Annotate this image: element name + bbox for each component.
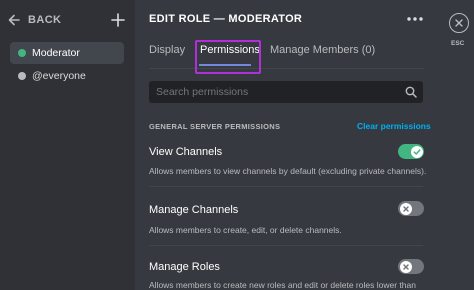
permission-divider (149, 245, 423, 246)
permission-divider (149, 186, 423, 187)
esc-label: ESC (451, 40, 465, 47)
permission-name: Manage Channels (149, 204, 239, 216)
more-dots-icon (407, 17, 423, 21)
sidebar-header: BACK (0, 0, 135, 40)
x-icon (402, 263, 409, 270)
permission-name: Manage Roles (149, 261, 220, 273)
add-role-button[interactable] (110, 12, 126, 28)
more-options-button[interactable] (406, 12, 424, 26)
page-title: EDIT ROLE — MODERATOR (149, 13, 303, 25)
permission-description: Allows members to create, edit, or delet… (149, 225, 342, 235)
role-label: Moderator (32, 47, 80, 59)
toggle-knob (410, 145, 423, 158)
check-icon (413, 148, 421, 155)
tab-permissions[interactable]: Permissions (200, 40, 260, 60)
role-color-dot (18, 72, 26, 80)
search-input[interactable] (149, 81, 399, 103)
back-label: BACK (28, 14, 62, 26)
role-label: @everyone (32, 70, 86, 82)
manage-roles-toggle[interactable] (398, 259, 424, 274)
tab-manage-members[interactable]: Manage Members (0) (270, 40, 375, 60)
clear-permissions-link[interactable]: Clear permissions (357, 121, 431, 131)
role-color-dot (18, 49, 26, 57)
arrow-left-icon (8, 14, 20, 26)
tab-display[interactable]: Display (149, 40, 185, 60)
close-button[interactable] (449, 13, 469, 33)
toggle-knob (399, 202, 412, 215)
role-editor: EDIT ROLE — MODERATOR Display Permission… (135, 0, 440, 290)
roles-sidebar: BACK Moderator @everyone (0, 0, 135, 290)
toggle-knob (399, 260, 412, 273)
back-button[interactable]: BACK (8, 13, 61, 27)
role-item-moderator[interactable]: Moderator (10, 42, 124, 64)
section-title: GENERAL SERVER PERMISSIONS (149, 122, 281, 131)
permission-name: View Channels (149, 146, 223, 158)
permission-description: Allows members to create new roles and e… (149, 280, 416, 290)
search-box (149, 81, 423, 103)
role-item-everyone[interactable]: @everyone (10, 65, 124, 87)
active-tab-underline (199, 64, 251, 66)
view-channels-toggle[interactable] (398, 144, 424, 159)
plus-icon (111, 13, 125, 27)
manage-channels-toggle[interactable] (398, 201, 424, 216)
permission-description: Allows members to view channels by defau… (149, 166, 427, 176)
close-icon (455, 19, 463, 27)
tabs-divider (149, 68, 424, 69)
search-icon[interactable] (405, 86, 417, 98)
x-icon (402, 205, 409, 212)
